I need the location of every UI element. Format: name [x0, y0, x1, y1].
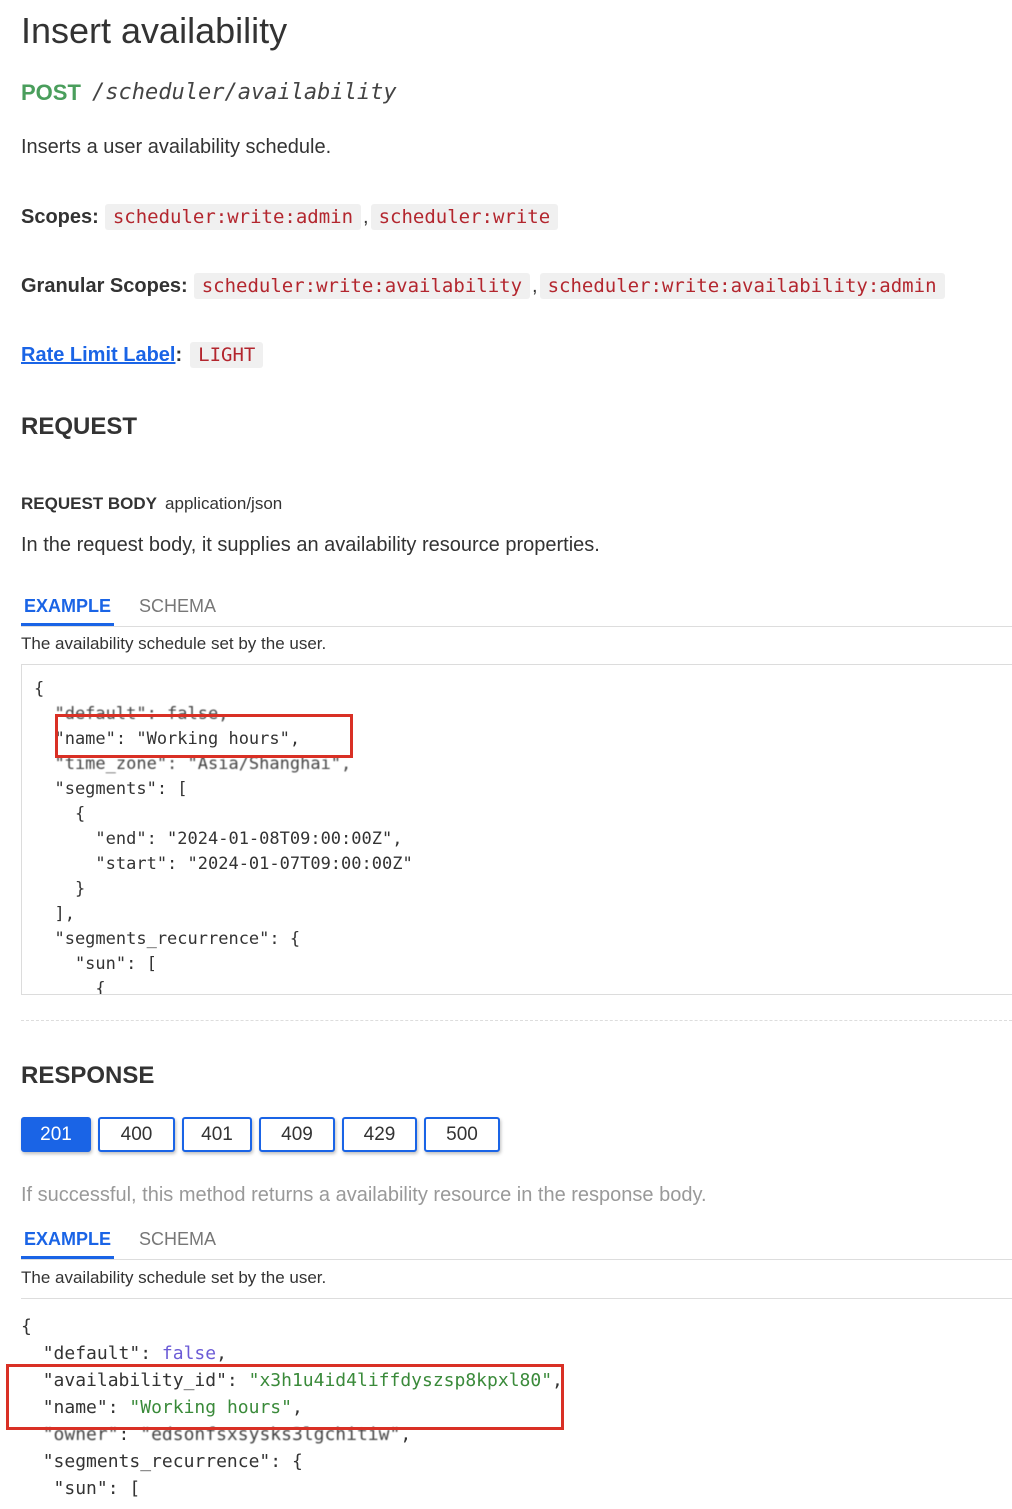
granular-scopes-row: Granular Scopes: scheduler:write:availab… — [21, 273, 945, 299]
code-line: { — [34, 804, 86, 824]
response-example-description: The availability schedule set by the use… — [21, 1268, 327, 1287]
rate-limit-row: Rate Limit Label : LIGHT — [21, 342, 264, 368]
request-example-description: The availability schedule set by the use… — [21, 634, 327, 653]
code-line: } — [34, 879, 86, 899]
page-title: Insert availability — [21, 10, 288, 51]
status-400-button[interactable]: 400 — [98, 1117, 175, 1152]
scope-chip: scheduler:write:admin — [104, 204, 362, 230]
content-type: application/json — [165, 494, 283, 513]
granular-scope-chip: scheduler:write:availability:admin — [539, 273, 945, 299]
tab-schema[interactable]: SCHEMA — [136, 586, 219, 626]
highlight-box-request — [55, 714, 353, 758]
code-line: ], — [34, 904, 75, 924]
rate-limit-chip: LIGHT — [190, 342, 264, 368]
scopes-row: Scopes: scheduler:write:admin , schedule… — [21, 204, 559, 230]
code-key: "sun" — [53, 1478, 108, 1499]
colon: : — [175, 343, 183, 366]
request-body-description: In the request body, it supplies an avai… — [21, 534, 600, 556]
code-line: "segments_recurrence": { — [34, 929, 301, 949]
status-429-button[interactable]: 429 — [342, 1117, 417, 1152]
http-method: POST — [21, 80, 81, 105]
tab-schema[interactable]: SCHEMA — [136, 1219, 219, 1259]
status-201-button[interactable]: 201 — [21, 1117, 91, 1152]
code-line: "segments": [ — [34, 779, 188, 799]
request-body-header: REQUEST BODY application/json — [21, 494, 282, 514]
request-body-label: REQUEST BODY — [21, 494, 158, 513]
status-401-button[interactable]: 401 — [182, 1117, 252, 1152]
request-tabs: EXAMPLE SCHEMA — [21, 586, 1012, 627]
code-line: { — [34, 679, 45, 699]
request-heading: REQUEST — [21, 413, 138, 440]
status-code-buttons: 201 400 401 409 429 500 — [21, 1117, 507, 1152]
scopes-label: Scopes: — [21, 205, 99, 228]
code-key: "default" — [42, 1343, 141, 1364]
code-line: "start": "2024-01-07T09:00:00Z" — [34, 854, 413, 874]
granular-scopes-label: Granular Scopes: — [21, 274, 188, 297]
separator: , — [363, 205, 369, 228]
endpoint-path: /scheduler/availability — [92, 80, 397, 105]
status-500-button[interactable]: 500 — [424, 1117, 500, 1152]
code-line: "end": "2024-01-08T09:00:00Z", — [34, 829, 403, 849]
tab-example[interactable]: EXAMPLE — [21, 1219, 115, 1259]
code-key: "segments_recurrence" — [42, 1451, 271, 1472]
highlight-box-response — [6, 1364, 564, 1430]
section-divider — [21, 1020, 1012, 1021]
endpoint-description: Inserts a user availability schedule. — [21, 136, 332, 158]
scope-chip: scheduler:write — [370, 204, 559, 230]
rate-limit-link[interactable]: Rate Limit Label — [21, 344, 175, 367]
code-line: { — [34, 979, 106, 995]
code-value: false — [161, 1343, 217, 1364]
response-description: If successful, this method returns a ava… — [21, 1184, 707, 1206]
response-tabs: EXAMPLE SCHEMA — [21, 1219, 1012, 1260]
response-heading: RESPONSE — [21, 1062, 155, 1089]
separator: , — [532, 274, 538, 297]
status-409-button[interactable]: 409 — [259, 1117, 335, 1152]
code-line: { — [21, 1316, 32, 1337]
tab-example[interactable]: EXAMPLE — [21, 586, 115, 626]
code-line: "sun": [ — [34, 954, 157, 974]
granular-scope-chip: scheduler:write:availability — [193, 273, 531, 299]
